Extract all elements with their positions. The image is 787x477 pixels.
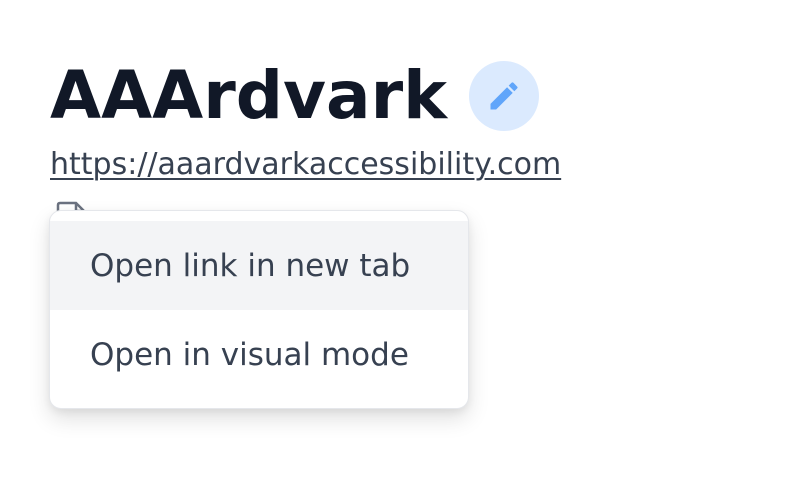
menu-item-open-new-tab[interactable]: Open link in new tab [50, 221, 468, 310]
site-header: AAArdvark [50, 56, 540, 136]
menu-padding-top [50, 211, 468, 221]
edit-button[interactable] [469, 61, 540, 131]
menu-item-open-visual-mode[interactable]: Open in visual mode [50, 310, 468, 399]
link-context-menu: Open link in new tab Open in visual mode [49, 210, 469, 409]
site-url-link[interactable]: https://aaardvarkaccessibility.com [50, 145, 561, 185]
pencil-icon [490, 82, 518, 110]
site-title: AAArdvark [50, 57, 448, 134]
